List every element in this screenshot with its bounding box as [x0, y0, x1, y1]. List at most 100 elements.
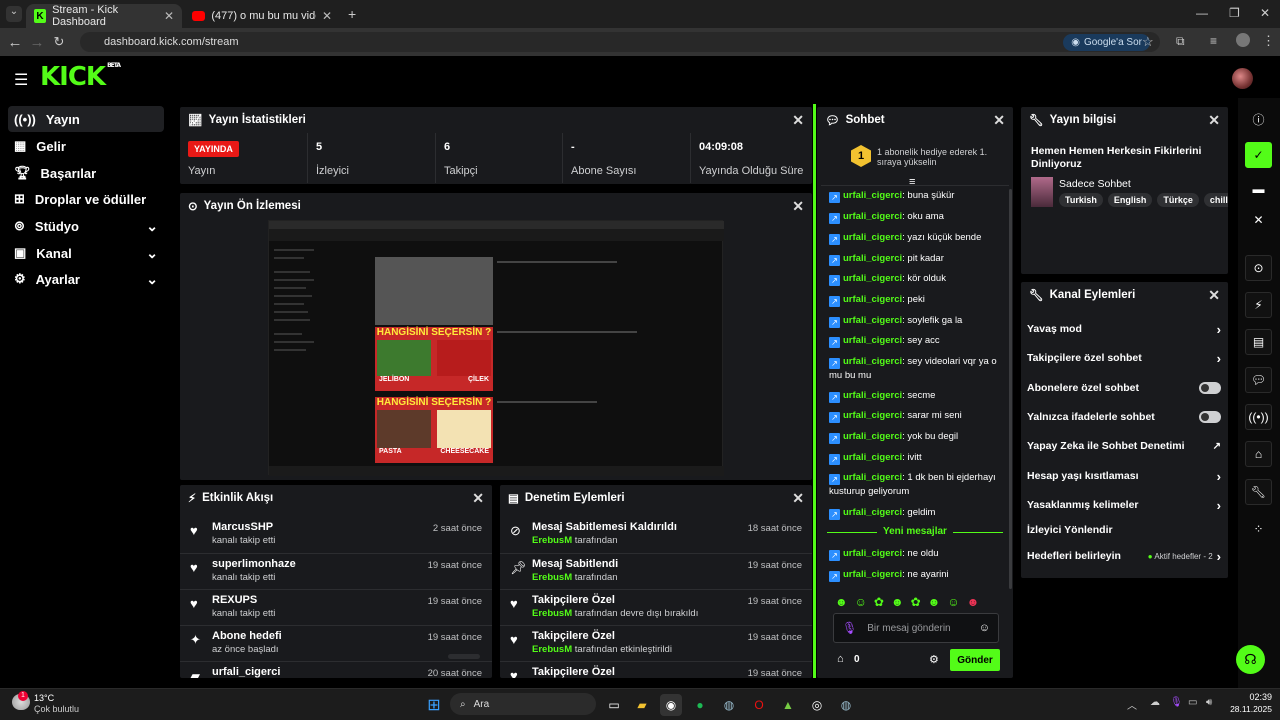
emote-icon[interactable]: ☻	[967, 595, 980, 609]
chat-message[interactable]: ↗ urfali_cigerci: buna şükür	[829, 189, 1004, 203]
close-tab-icon[interactable]: ✕	[322, 9, 332, 23]
user-avatar[interactable]	[1232, 68, 1253, 89]
close-icon[interactable]: ✕	[792, 198, 804, 215]
emote-icon[interactable]: ✿	[911, 595, 921, 609]
chat-username[interactable]: urfali_cigerci	[843, 273, 902, 284]
sidebar-item-ayarlar[interactable]: ⚙ Ayarlar ⌄	[8, 266, 164, 292]
file-explorer-icon[interactable]: ▰	[631, 694, 653, 716]
tab-search-icon[interactable]: ⌄	[6, 6, 22, 22]
restore-icon[interactable]: ❐	[1229, 6, 1240, 20]
chat-message[interactable]: ↗ urfali_cigerci: yok bu degil	[829, 430, 1004, 444]
volume-icon[interactable]: 🔊︎	[1206, 697, 1212, 708]
tab-youtube[interactable]: (477) o mu bu mu videolan - Yo ✕	[184, 4, 340, 28]
kick-logo[interactable]: KICK BETA	[40, 62, 121, 92]
chat-username[interactable]: urfali_cigerci	[843, 472, 902, 483]
profile-avatar[interactable]	[1236, 33, 1250, 47]
chat-username[interactable]: urfali_cigerci	[843, 190, 902, 201]
sidebar-item-kanal[interactable]: ▣ Kanal ⌄	[8, 240, 164, 266]
chat-message[interactable]: ↗ urfali_cigerci: pit kadar	[829, 252, 1004, 266]
chat-scrollbar[interactable]	[1009, 189, 1012, 589]
emote-icon[interactable]: ☻	[928, 595, 941, 609]
reload-icon[interactable]: ↻	[48, 34, 70, 50]
chat-username[interactable]: urfali_cigerci	[843, 253, 902, 264]
forward-icon[interactable]: →	[26, 34, 48, 51]
chrome-icon[interactable]: ◉	[660, 694, 682, 716]
extensions-icon[interactable]: ⧉	[1176, 34, 1185, 49]
chat-username[interactable]: urfali_cigerci	[843, 507, 902, 518]
action-redirect-viewers[interactable]: İzleyici Yönlendir	[1027, 517, 1221, 543]
spotify-icon[interactable]: ●	[689, 694, 711, 716]
sidebar-item-yayin[interactable]: ((•)) Yayın	[8, 106, 164, 132]
tab-kick-dashboard[interactable]: K Stream - Kick Dashboard ✕	[26, 4, 182, 28]
chat-username[interactable]: urfali_cigerci	[843, 335, 902, 346]
close-tab-icon[interactable]: ✕	[164, 9, 174, 23]
emoji-picker-icon[interactable]: ☺	[979, 622, 990, 634]
action-account-age[interactable]: Hesap yaşı kısıtlaması ›	[1027, 463, 1221, 489]
chat-message[interactable]: ↗ urfali_cigerci: sey videolari vqr ya o …	[829, 355, 1004, 382]
chat-username[interactable]: urfali_cigerci	[843, 452, 902, 463]
chat-input[interactable]: 🎙︎ Bir mesaj gönderin ☺	[833, 613, 999, 643]
chat-message[interactable]: ↗ urfali_cigerci: secme	[829, 389, 1004, 403]
chat-message[interactable]: ↗ urfali_cigerci: 1 dk ben bi ejderhayı k…	[829, 471, 1004, 498]
mic-tray-icon[interactable]: 🎙︎	[1170, 697, 1183, 708]
microphone-icon[interactable]: 🎙︎	[842, 621, 857, 635]
close-icon[interactable]: ✕	[1208, 112, 1220, 129]
layout-icon[interactable]: ▬	[1245, 176, 1272, 202]
chat-message[interactable]: ↗ urfali_cigerci: yazı küçük bende	[829, 231, 1004, 245]
chat-message[interactable]: ↗ urfali_cigerci: ne oldu	[829, 547, 1004, 561]
chat-settings-icon[interactable]: ⚙	[929, 653, 939, 666]
google-sor-button[interactable]: ◉ Google'a Sor	[1063, 34, 1150, 51]
chat-message[interactable]: ↗ urfali_cigerci: ivitt	[829, 451, 1004, 465]
network-icon[interactable]: ▭	[1188, 697, 1197, 708]
action-ai-moderation[interactable]: Yapay Zeka ile Sohbet Denetimi ↗	[1027, 433, 1221, 459]
emotes-only-toggle[interactable]	[1199, 411, 1221, 423]
chat-widget-icon[interactable]: 💬︎	[1245, 367, 1272, 393]
support-headset-icon[interactable]: ☊	[1236, 645, 1265, 674]
subscribers-only-toggle[interactable]	[1199, 382, 1221, 394]
info-icon[interactable]: ⓘ	[1245, 106, 1272, 132]
chat-username[interactable]: urfali_cigerci	[843, 211, 902, 222]
onedrive-icon[interactable]: ☁	[1150, 697, 1160, 708]
broadcast-widget-icon[interactable]: ((•))	[1245, 404, 1272, 430]
chat-username[interactable]: urfali_cigerci	[843, 232, 902, 243]
media-icon[interactable]: ≡	[1210, 34, 1217, 48]
panel-resize-handle[interactable]	[813, 104, 816, 678]
pinned-toggle-icon[interactable]: ≡	[909, 176, 915, 188]
check-icon[interactable]: ✓	[1245, 142, 1272, 168]
close-icon[interactable]: ✕	[792, 112, 804, 129]
chat-message[interactable]: ↗ urfali_cigerci: geldim	[829, 506, 1004, 520]
close-icon[interactable]: ✕	[1208, 287, 1220, 304]
obs-icon[interactable]: ◎	[806, 694, 828, 716]
opera-icon[interactable]: O	[748, 694, 770, 716]
bookmark-star-icon[interactable]: ☆	[1142, 34, 1154, 50]
chat-message[interactable]: ↗ urfali_cigerci: sey acc	[829, 334, 1004, 348]
close-window-icon[interactable]: ✕	[1260, 6, 1270, 20]
steam-icon-2[interactable]: ◍	[835, 694, 857, 716]
new-tab-icon[interactable]: +	[348, 6, 356, 22]
chat-message[interactable]: ↗ urfali_cigerci: ne ayarini	[829, 568, 1004, 582]
app-icon[interactable]: ▲	[777, 694, 799, 716]
chat-username[interactable]: urfali_cigerci	[843, 431, 902, 442]
chat-username[interactable]: urfali_cigerci	[843, 315, 902, 326]
sidebar-item-basarilar[interactable]: 🏆︎ Başarılar	[8, 160, 164, 186]
chat-message[interactable]: ↗ urfali_cigerci: oku ama	[829, 210, 1004, 224]
action-banned-words[interactable]: Yasaklanmış kelimeler ›	[1027, 492, 1221, 518]
activity-widget-icon[interactable]: ⚡︎	[1245, 292, 1272, 318]
store-icon[interactable]: ⌂	[837, 653, 844, 665]
chat-username[interactable]: urfali_cigerci	[843, 294, 902, 305]
sidebar-item-droplar[interactable]: ⊞ Droplar ve ödüller	[8, 186, 164, 212]
tools-widget-icon[interactable]: 🔧︎	[1245, 479, 1272, 505]
action-followers-only[interactable]: Takipçilere özel sohbet ›	[1027, 345, 1221, 371]
emote-icon[interactable]: ☻	[835, 595, 848, 609]
chat-username[interactable]: urfali_cigerci	[843, 356, 902, 367]
chat-username[interactable]: urfali_cigerci	[843, 390, 902, 401]
minimize-icon[interactable]: —	[1196, 6, 1208, 20]
taskbar-search[interactable]: ⌕ Ara	[450, 693, 596, 715]
address-bar[interactable]: dashboard.kick.com/stream	[80, 32, 1160, 52]
emote-icon[interactable]: ✿	[874, 595, 884, 609]
chat-username[interactable]: urfali_cigerci	[843, 548, 902, 559]
close-icon[interactable]: ✕	[792, 490, 804, 507]
preview-video[interactable]: HANGİSİNİ SEÇERSİN ? JELİBON ÇİLEK HANGİS…	[268, 220, 724, 476]
emote-icon[interactable]: ☺	[855, 595, 867, 609]
chat-message[interactable]: ↗ urfali_cigerci: peki	[829, 293, 1004, 307]
